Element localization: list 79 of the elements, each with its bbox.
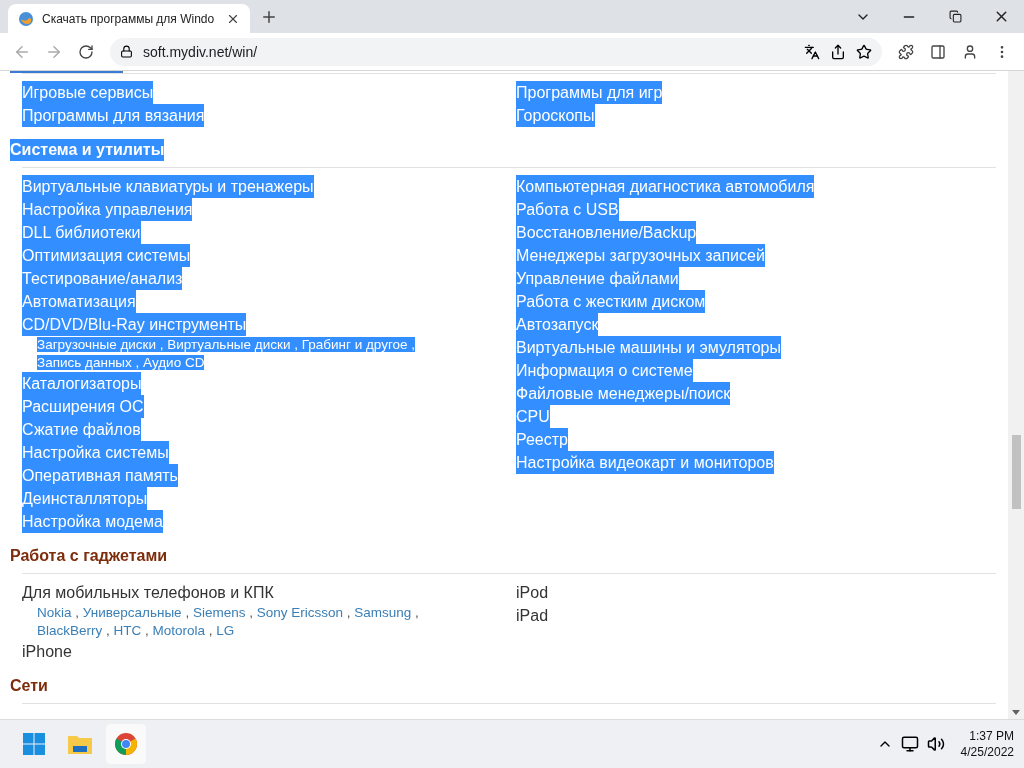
category-link[interactable]: Деинсталляторы [22, 487, 148, 510]
clock[interactable]: 1:37 PM 4/25/2022 [960, 728, 1014, 760]
category-link[interactable]: Тестирование/анализ [22, 267, 183, 290]
separator: , [207, 623, 214, 638]
subcategory-link[interactable]: Nokia [37, 605, 72, 620]
category-link[interactable]: DLL библиотеки [22, 221, 141, 244]
category-link[interactable]: Оптимизация системы [22, 244, 191, 267]
subcategory-link[interactable]: Siemens [192, 605, 246, 620]
section-heading: Система и утилиты [10, 139, 165, 161]
category-link[interactable]: Каталогизаторы [22, 372, 142, 395]
separator: , [290, 337, 302, 352]
monitor-icon[interactable] [900, 735, 919, 753]
category-link[interactable]: Автозапуск [516, 313, 599, 336]
category-link[interactable]: Настройка системы [22, 441, 169, 464]
scrollbar[interactable] [1008, 71, 1024, 719]
separator: , [345, 605, 352, 620]
tab-title: Скачать программы для Windo [42, 11, 216, 26]
subcategory-link[interactable]: Запись данных [37, 355, 132, 370]
category-link[interactable]: Файловые менеджеры/поиск [516, 382, 731, 405]
category-link[interactable]: Игровые сервисы [22, 81, 154, 104]
subcategory-link[interactable]: Sony Ericsson [256, 605, 343, 620]
separator: , [248, 605, 254, 620]
category-link[interactable]: Реестр [516, 428, 568, 451]
category-link[interactable]: Программы для вязания [22, 104, 205, 127]
category-link[interactable]: Виртуальные машины и эмуляторы [516, 336, 781, 359]
category-link[interactable]: iPod [516, 581, 549, 604]
subcategory-link[interactable]: Samsung [354, 605, 412, 620]
separator: , [105, 623, 111, 638]
url-text: soft.mydiv.net/win/ [143, 43, 258, 60]
subcategory-link[interactable]: Виртуальные диски [167, 337, 291, 352]
browser-icon[interactable] [106, 724, 146, 764]
category-link[interactable]: Работа с USB [516, 198, 619, 221]
translate-icon[interactable] [804, 43, 820, 60]
category-link[interactable]: Восстановление/Backup [516, 221, 697, 244]
subcategory-link[interactable]: Универсальные [82, 605, 182, 620]
separator: , [184, 605, 191, 620]
category-link[interactable]: Управление файлами [516, 267, 679, 290]
separator: , [144, 623, 150, 638]
time-text: 1:37 PM [969, 728, 1014, 744]
new-tab-icon[interactable] [260, 8, 278, 26]
subcategory-link[interactable]: Грабинг и другое [301, 337, 408, 352]
subcategory-link[interactable]: Аудио CD [143, 355, 205, 370]
section-heading: Сети [10, 676, 48, 696]
date-text: 4/25/2022 [960, 744, 1014, 760]
star-icon[interactable] [856, 43, 872, 60]
separator: , [414, 605, 419, 620]
category-link[interactable]: Сжатие файлов [22, 418, 141, 441]
share-icon[interactable] [830, 43, 846, 60]
category-link[interactable]: Оперативная память [22, 464, 178, 487]
category-link[interactable]: iPhone [22, 640, 72, 663]
separator: , [407, 337, 416, 352]
category-link[interactable]: Расширения ОС [22, 395, 144, 418]
category-link[interactable]: Гороскопы [516, 104, 595, 127]
separator: , [156, 337, 168, 352]
category-link[interactable]: Автоматизация [22, 290, 136, 313]
category-link[interactable]: Виртуальные клавиатуры и тренажеры [22, 175, 314, 198]
category-link[interactable]: Для мобильных телефонов и КПК [22, 581, 274, 604]
subcategory-link[interactable]: Загрузочные диски [37, 337, 156, 352]
subcategory-link[interactable]: Motorola [152, 623, 206, 638]
category-link[interactable]: iPad [516, 604, 549, 627]
category-link[interactable]: Программы для игр [516, 81, 663, 104]
speaker-icon[interactable] [926, 735, 945, 753]
separator: , [74, 605, 81, 620]
category-link[interactable]: CPU [516, 405, 550, 428]
category-link[interactable]: Настройка управления [22, 198, 193, 221]
address-bar[interactable]: soft.mydiv.net/win/ [110, 37, 882, 66]
category-link[interactable]: Настройка видеокарт и мониторов [516, 451, 774, 474]
category-link[interactable]: Настройка модема [22, 510, 163, 533]
category-link[interactable]: Компьютерная диагностика автомобиля [516, 175, 815, 198]
category-link[interactable]: Информация о системе [516, 359, 693, 382]
lock-icon [120, 45, 133, 58]
subcategory-link[interactable]: BlackBerry [37, 623, 103, 638]
subcategory-link[interactable]: LG [216, 623, 235, 638]
browser-tab[interactable]: Скачать программы для Windo [8, 4, 250, 33]
category-link[interactable]: Работа с жестким диском [516, 290, 706, 313]
section-heading: Работа с гаджетами [10, 546, 168, 566]
subcategory-link[interactable]: HTC [113, 623, 142, 638]
category-link[interactable]: CD/DVD/Blu-Ray инструменты [22, 313, 247, 336]
category-link[interactable]: Менеджеры загрузочных записей [516, 244, 765, 267]
